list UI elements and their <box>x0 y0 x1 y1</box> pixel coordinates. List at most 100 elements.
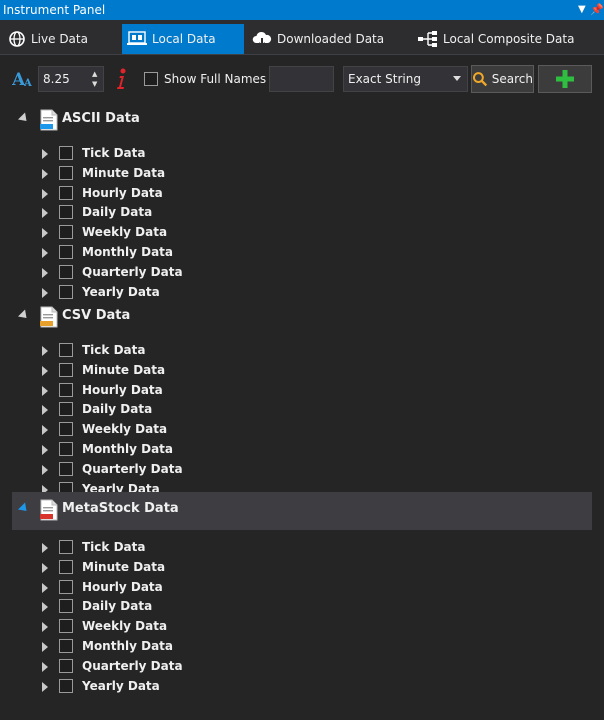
show-full-names-label: Show Full Names <box>164 72 267 86</box>
expand-triangle-icon[interactable] <box>42 562 48 573</box>
tree-group-header[interactable]: ASCII Data <box>12 102 592 140</box>
tree-item[interactable]: Daily Data <box>0 400 300 420</box>
expand-triangle-icon[interactable] <box>42 365 48 376</box>
expand-triangle-icon[interactable] <box>42 543 48 553</box>
window-title: Instrument Panel <box>3 3 106 17</box>
tab-live-data[interactable]: Live Data <box>8 24 88 54</box>
tree-item[interactable]: Weekly Data <box>0 223 300 243</box>
expand-triangle-icon[interactable] <box>42 346 48 356</box>
expand-triangle-icon[interactable] <box>42 622 48 633</box>
item-checkbox[interactable] <box>59 205 73 220</box>
expand-triangle-icon[interactable] <box>17 502 31 515</box>
tree-item[interactable]: Monthly Data <box>0 243 300 263</box>
expand-triangle-icon[interactable] <box>42 405 48 416</box>
expand-triangle-icon[interactable] <box>42 168 48 179</box>
pin-icon[interactable]: 📌 <box>590 0 604 20</box>
stepper-up-icon[interactable]: ▲ <box>92 70 97 78</box>
tree-group-header[interactable]: MetaStock Data <box>12 492 592 530</box>
expand-triangle-icon[interactable] <box>42 661 48 672</box>
expand-triangle-icon[interactable] <box>42 602 48 613</box>
item-checkbox[interactable] <box>59 382 73 397</box>
show-full-names-checkbox[interactable] <box>144 72 158 86</box>
tree-item-label: Tick Data <box>82 146 146 160</box>
expand-triangle-icon[interactable] <box>17 112 31 125</box>
item-checkbox[interactable] <box>59 442 73 456</box>
tree-item-label: Daily Data <box>82 402 153 417</box>
item-checkbox[interactable] <box>59 540 73 554</box>
item-checkbox[interactable] <box>59 461 73 476</box>
item-checkbox[interactable] <box>59 422 73 437</box>
tree-item-label: Monthly Data <box>82 442 174 456</box>
expand-triangle-icon[interactable] <box>42 385 48 396</box>
item-checkbox[interactable] <box>59 559 73 574</box>
tree-item[interactable]: Yearly Data <box>0 677 300 697</box>
expand-triangle-icon[interactable] <box>42 287 48 298</box>
dropdown-arrow-icon[interactable]: ▼ <box>578 0 586 20</box>
item-checkbox[interactable] <box>59 245 73 259</box>
tree-group-header[interactable]: CSV Data <box>12 299 592 337</box>
tree-item[interactable]: Tick Data <box>0 144 300 164</box>
match-mode-select[interactable]: Exact String <box>343 66 468 92</box>
tab-label: Local Composite Data <box>443 32 575 46</box>
tree-item[interactable]: Quarterly Data <box>0 263 300 283</box>
expand-triangle-icon[interactable] <box>42 425 48 436</box>
item-checkbox[interactable] <box>59 579 73 594</box>
expand-triangle-icon[interactable] <box>42 681 48 692</box>
tree-item[interactable]: Weekly Data <box>0 617 300 637</box>
item-checkbox[interactable] <box>59 639 73 653</box>
item-checkbox[interactable] <box>59 619 73 634</box>
item-checkbox[interactable] <box>59 185 73 200</box>
search-input[interactable] <box>269 66 334 92</box>
font-size-stepper[interactable]: 8.25 ▲ ▼ <box>38 66 104 92</box>
tree-item-label: Daily Data <box>82 205 153 220</box>
tree-item[interactable]: Monthly Data <box>0 440 300 460</box>
expand-triangle-icon[interactable] <box>42 188 48 199</box>
item-checkbox[interactable] <box>59 678 73 693</box>
tab-local-composite-data[interactable]: Local Composite Data <box>418 24 574 54</box>
search-button[interactable]: Search <box>471 65 534 93</box>
stepper-down-icon[interactable]: ▼ <box>92 80 97 88</box>
expand-triangle-icon[interactable] <box>42 248 48 258</box>
data-tree: ASCII Data Tick Data Minute Data Hourly Dat… <box>0 108 604 699</box>
expand-triangle-icon[interactable] <box>42 464 48 475</box>
expand-triangle-icon[interactable] <box>42 267 48 278</box>
add-button[interactable] <box>538 65 592 93</box>
tree-item-label: Hourly Data <box>82 185 163 200</box>
tree-item[interactable]: Tick Data <box>0 341 300 361</box>
expand-triangle-icon[interactable] <box>42 208 48 219</box>
tree-item[interactable]: Daily Data <box>0 597 300 617</box>
item-checkbox[interactable] <box>59 225 73 240</box>
item-checkbox[interactable] <box>59 658 73 673</box>
tree-item[interactable]: Hourly Data <box>0 578 300 598</box>
tab-downloaded-data[interactable]: Downloaded Data <box>252 24 384 54</box>
expand-triangle-icon[interactable] <box>42 642 48 652</box>
expand-triangle-icon[interactable] <box>42 445 48 455</box>
tree-item[interactable]: Tick Data <box>0 538 300 558</box>
tab-bar: Live Data Local Data Downloaded Data Loc… <box>0 20 604 55</box>
tree-item[interactable]: Monthly Data <box>0 637 300 657</box>
tree-item[interactable]: Minute Data <box>0 558 300 578</box>
expand-triangle-icon[interactable] <box>42 149 48 159</box>
tab-local-data[interactable]: Local Data <box>122 24 244 54</box>
item-checkbox[interactable] <box>59 264 73 279</box>
item-checkbox[interactable] <box>59 599 73 614</box>
expand-triangle-icon[interactable] <box>17 309 31 322</box>
tree-item[interactable]: Hourly Data <box>0 381 300 401</box>
item-checkbox[interactable] <box>59 402 73 417</box>
tab-label: Local Data <box>152 32 216 46</box>
info-icon[interactable] <box>114 68 128 90</box>
item-checkbox[interactable] <box>59 284 73 299</box>
item-checkbox[interactable] <box>59 146 73 160</box>
tree-item[interactable]: Minute Data <box>0 361 300 381</box>
tree-item[interactable]: Weekly Data <box>0 420 300 440</box>
tree-item[interactable]: Daily Data <box>0 203 300 223</box>
tree-item[interactable]: Minute Data <box>0 164 300 184</box>
expand-triangle-icon[interactable] <box>42 582 48 593</box>
tree-item[interactable]: Quarterly Data <box>0 657 300 677</box>
tree-item[interactable]: Hourly Data <box>0 184 300 204</box>
item-checkbox[interactable] <box>59 165 73 180</box>
item-checkbox[interactable] <box>59 362 73 377</box>
expand-triangle-icon[interactable] <box>42 228 48 239</box>
tree-item[interactable]: Quarterly Data <box>0 460 300 480</box>
item-checkbox[interactable] <box>59 343 73 357</box>
